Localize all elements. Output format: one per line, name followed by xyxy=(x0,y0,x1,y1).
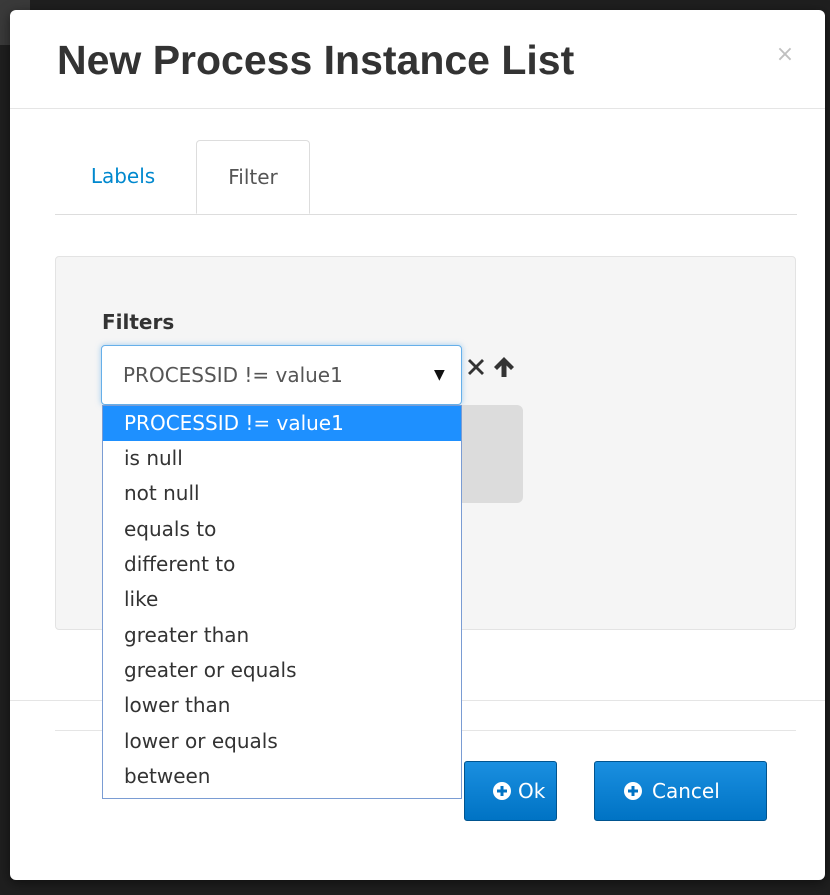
dropdown-option[interactable]: not null xyxy=(103,476,461,511)
plus-circle-icon xyxy=(624,782,642,800)
dropdown-option[interactable]: different to xyxy=(103,547,461,582)
ok-button[interactable]: Ok xyxy=(464,761,557,821)
dropdown-option[interactable]: equals to xyxy=(103,512,461,547)
arrow-up-icon[interactable] xyxy=(492,355,516,379)
cancel-button[interactable]: Cancel xyxy=(594,761,767,821)
tab-labels[interactable]: Labels xyxy=(55,140,191,213)
dropdown-option[interactable]: greater or equals xyxy=(103,653,461,688)
filter-dropdown-list: PROCESSID != value1 is null not null equ… xyxy=(102,405,462,799)
dialog-header: New Process Instance List × xyxy=(10,10,825,109)
dropdown-option[interactable]: PROCESSID != value1 xyxy=(103,406,461,441)
dropdown-arrow-icon: ▼ xyxy=(434,367,445,383)
filter-value-box xyxy=(455,405,523,503)
dialog-title: New Process Instance List xyxy=(57,37,575,83)
close-button[interactable]: × xyxy=(770,40,800,70)
cancel-button-label: Cancel xyxy=(652,779,720,803)
dropdown-option[interactable]: lower than xyxy=(103,688,461,723)
dropdown-option[interactable]: is null xyxy=(103,441,461,476)
filter-select[interactable]: PROCESSID != value1 ▼ xyxy=(101,345,462,405)
remove-icon-glyph xyxy=(468,359,484,375)
dialog-tabs: Labels Filter xyxy=(55,140,797,215)
dropdown-option[interactable]: like xyxy=(103,582,461,617)
dropdown-option[interactable]: between xyxy=(103,759,461,794)
remove-icon[interactable] xyxy=(464,355,488,379)
plus-circle-icon xyxy=(493,782,511,800)
arrow-up-icon-glyph xyxy=(494,357,514,377)
filter-select-value: PROCESSID != value1 xyxy=(123,363,343,387)
dropdown-option[interactable]: greater than xyxy=(103,618,461,653)
dropdown-option[interactable]: lower or equals xyxy=(103,724,461,759)
new-process-instance-list-dialog: New Process Instance List × Labels Filte… xyxy=(10,10,825,880)
filters-label: Filters xyxy=(102,310,175,334)
ok-button-label: Ok xyxy=(518,779,546,803)
tab-filter[interactable]: Filter xyxy=(196,140,310,214)
